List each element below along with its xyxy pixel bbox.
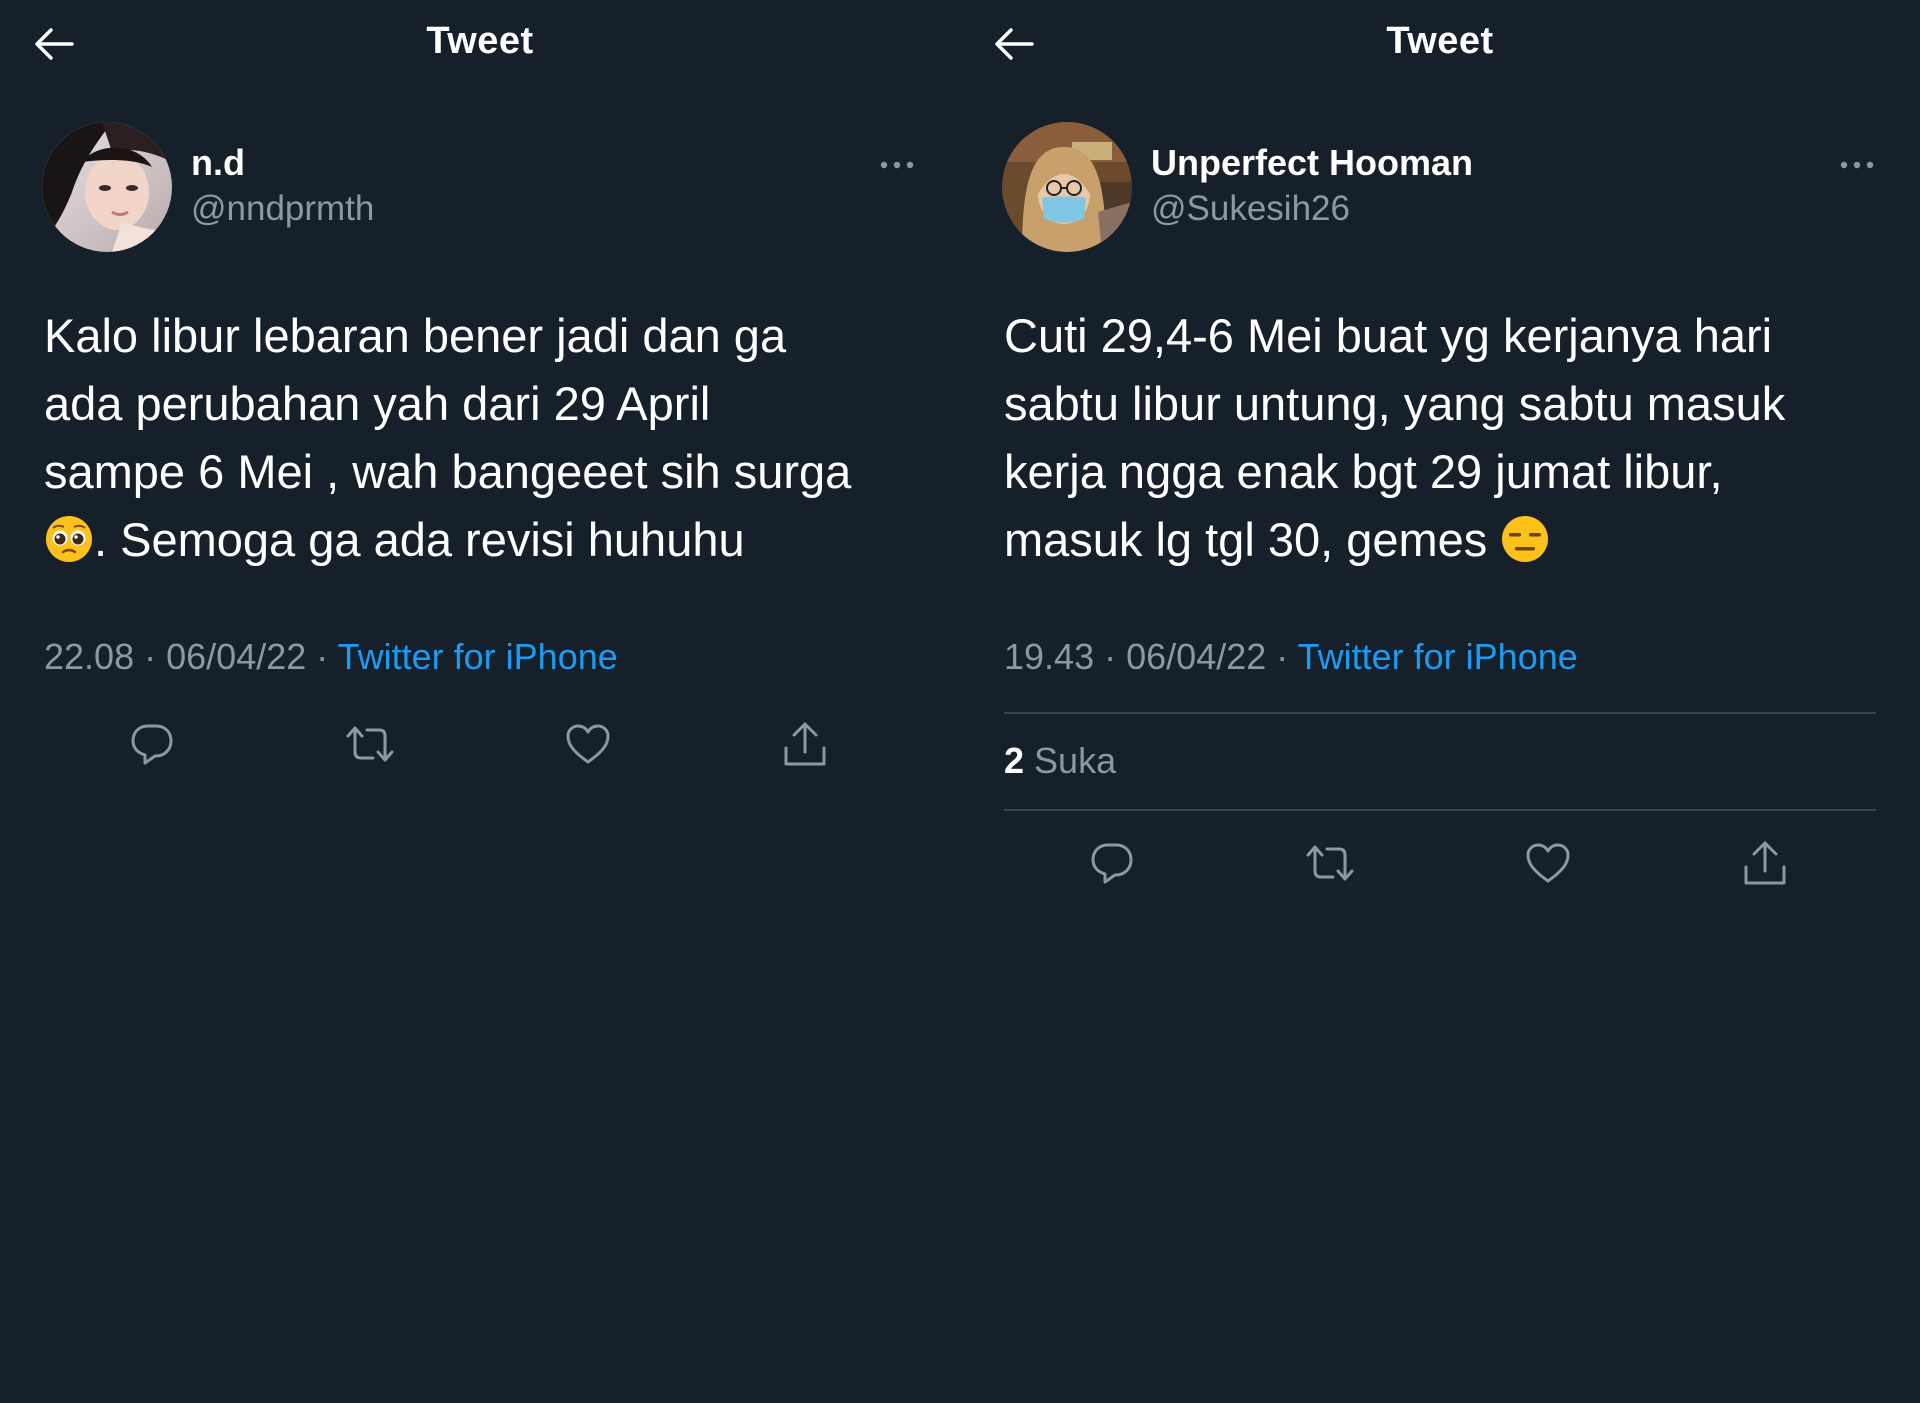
divider <box>1004 809 1876 811</box>
expressionless-face-emoji <box>1500 514 1550 564</box>
pleading-face-emoji <box>44 514 94 564</box>
share-icon <box>784 722 826 766</box>
share-icon <box>1744 841 1786 885</box>
tweet-meta: 19.43 · 06/04/22 · Twitter for iPhone <box>1004 636 1578 678</box>
reply-button[interactable] <box>1080 831 1144 895</box>
more-icon <box>880 161 914 169</box>
divider <box>1004 712 1876 714</box>
header: Tweet <box>0 0 960 90</box>
reply-button[interactable] <box>120 712 184 776</box>
tweet-text: Kalo libur lebaran bener jadi dan ga ada… <box>44 302 934 574</box>
like-icon <box>566 724 610 764</box>
likes-count: 2 <box>1004 740 1025 781</box>
like-icon <box>1526 843 1570 883</box>
retweet-button[interactable] <box>1298 831 1362 895</box>
tweet-text: Cuti 29,4-6 Mei buat yg kerjanya hari sa… <box>1004 302 1894 574</box>
more-button[interactable] <box>1834 148 1880 182</box>
tweet-source-link[interactable]: Twitter for iPhone <box>338 636 618 677</box>
retweet-icon <box>346 726 394 762</box>
avatar[interactable] <box>1002 122 1132 252</box>
share-button[interactable] <box>773 712 837 776</box>
page-title: Tweet <box>1386 20 1494 62</box>
header: Tweet <box>960 0 1920 90</box>
share-button[interactable] <box>1733 831 1797 895</box>
tweet-time: 19.43 <box>1004 636 1095 677</box>
tweet-panel-right: Tweet Unperfect Hooman @Sukesih26 Cuti 2… <box>960 0 1920 1403</box>
tweet-time: 22.08 <box>44 636 135 677</box>
like-button[interactable] <box>1516 831 1580 895</box>
likes-stat[interactable]: 2 Suka <box>1004 740 1116 782</box>
more-icon <box>1840 161 1874 169</box>
tweet-text-tail: . Semoga ga ada revisi huhuhu <box>94 513 745 566</box>
display-name[interactable]: n.d <box>191 142 245 184</box>
tweet-text-main: Cuti 29,4-6 Mei buat yg kerjanya hari sa… <box>1004 309 1786 566</box>
page-title: Tweet <box>426 20 534 62</box>
username-handle[interactable]: @Sukesih26 <box>1151 189 1350 229</box>
reply-icon <box>131 724 173 765</box>
tweet-source-link[interactable]: Twitter for iPhone <box>1298 636 1578 677</box>
tweet-text-main: Kalo libur lebaran bener jadi dan ga ada… <box>44 309 852 498</box>
tweet-actions <box>960 831 1920 901</box>
tweet-actions <box>0 712 960 782</box>
retweet-icon <box>1306 845 1354 881</box>
meta-separator: · <box>1276 636 1289 677</box>
meta-separator: · <box>316 636 329 677</box>
meta-separator: · <box>1104 636 1117 677</box>
display-name[interactable]: Unperfect Hooman <box>1151 142 1473 184</box>
like-button[interactable] <box>556 712 620 776</box>
tweet-meta: 22.08 · 06/04/22 · Twitter for iPhone <box>44 636 618 678</box>
screen: Tweet n.d @nndprmth Kalo libur lebaran b… <box>0 0 1920 1403</box>
reply-icon <box>1091 843 1133 884</box>
tweet-panel-left: Tweet n.d @nndprmth Kalo libur lebaran b… <box>0 0 960 1403</box>
tweet-date: 06/04/22 <box>1126 636 1267 677</box>
tweet-date: 06/04/22 <box>166 636 307 677</box>
avatar[interactable] <box>42 122 172 252</box>
likes-label: Suka <box>1034 740 1117 781</box>
username-handle[interactable]: @nndprmth <box>191 189 374 229</box>
meta-separator: · <box>144 636 157 677</box>
more-button[interactable] <box>874 148 920 182</box>
retweet-button[interactable] <box>338 712 402 776</box>
